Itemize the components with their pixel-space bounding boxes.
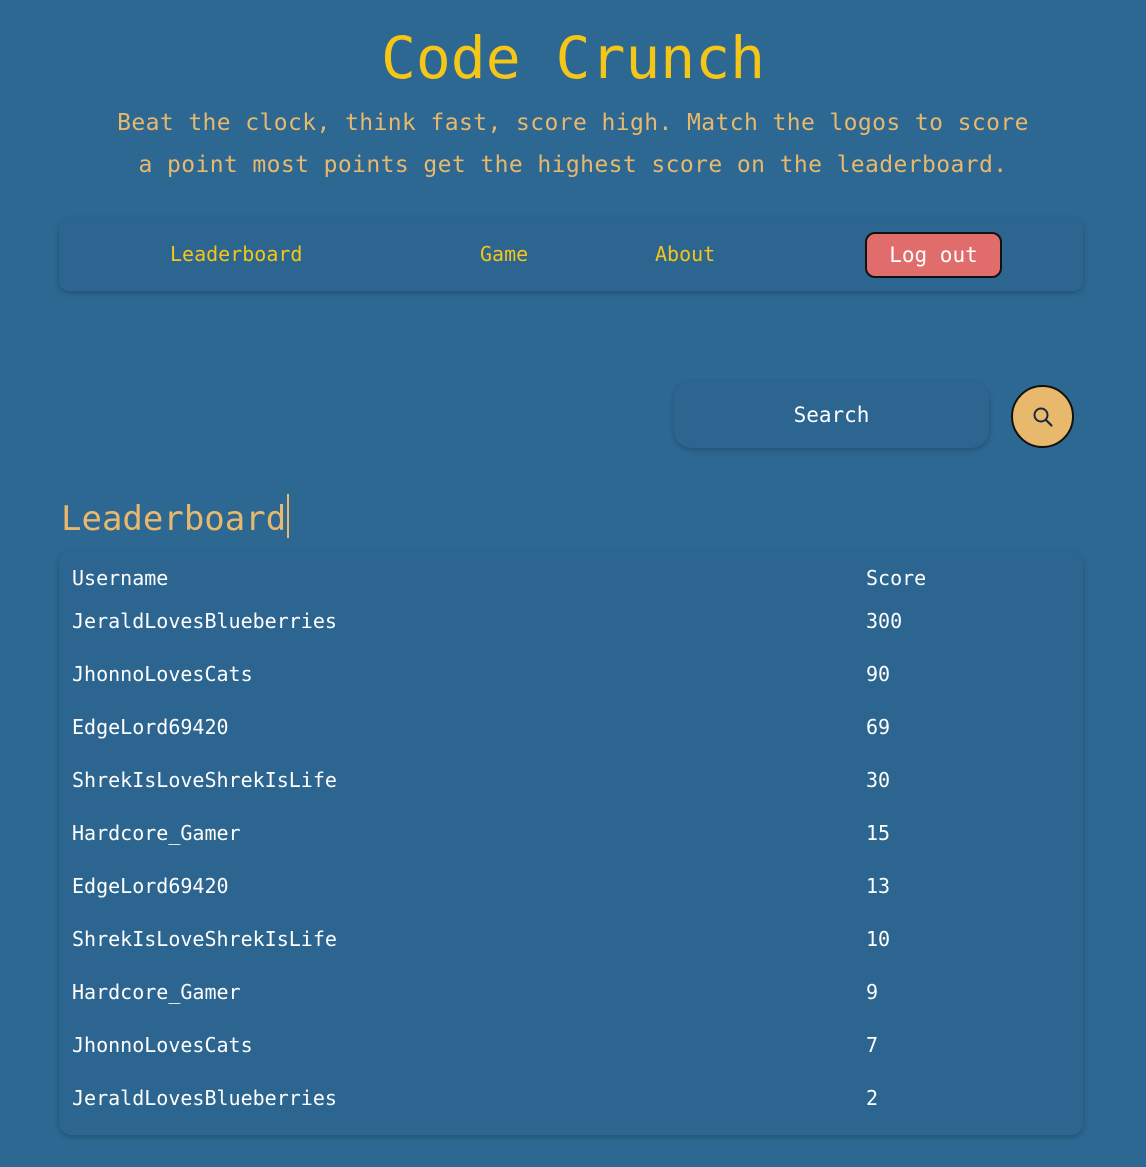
tagline-line-1: Beat the clock, think fast, score high. … (117, 110, 1029, 136)
column-header-username: Username (72, 566, 169, 590)
site-tagline: Beat the clock, think fast, score high. … (60, 102, 1086, 186)
page: Code Crunch Beat the clock, think fast, … (0, 0, 1146, 1167)
username-cell: JhonnoLovesCats (72, 662, 253, 686)
leaderboard-heading: Leaderboard (61, 494, 290, 540)
username-cell: Hardcore_Gamer (72, 980, 241, 1004)
score-cell: 30 (866, 768, 891, 792)
username-cell: ShrekIsLoveShrekIsLife (72, 927, 337, 951)
score-cell: 2 (866, 1086, 879, 1110)
score-cell: 300 (866, 609, 903, 633)
table-row: Hardcore_Gamer 15 (72, 807, 1066, 860)
table-row: JhonnoLovesCats 7 (72, 1019, 1066, 1072)
table-row: EdgeLord69420 13 (72, 860, 1066, 913)
score-cell: 90 (866, 662, 891, 686)
main-nav: Leaderboard Game About Log out (59, 218, 1083, 291)
table-header-row: Username Score (72, 561, 1066, 595)
leaderboard-table: Username Score JeraldLovesBlueberries 30… (72, 561, 1066, 1125)
text-caret (287, 494, 290, 538)
score-cell: 9 (866, 980, 879, 1004)
username-cell: ShrekIsLoveShrekIsLife (72, 768, 337, 792)
username-cell: EdgeLord69420 (72, 874, 229, 898)
username-cell: JhonnoLovesCats (72, 1033, 253, 1057)
search-button[interactable] (1011, 385, 1074, 448)
nav-link-leaderboard[interactable]: Leaderboard (170, 241, 302, 267)
search-input[interactable] (674, 381, 989, 448)
table-row: Hardcore_Gamer 9 (72, 966, 1066, 1019)
table-row: EdgeLord69420 69 (72, 701, 1066, 754)
table-row: ShrekIsLoveShrekIsLife 30 (72, 754, 1066, 807)
username-cell: Hardcore_Gamer (72, 821, 241, 845)
table-row: ShrekIsLoveShrekIsLife 10 (72, 913, 1066, 966)
search-icon (1033, 407, 1053, 427)
score-cell: 15 (866, 821, 891, 845)
column-header-score: Score (866, 566, 927, 590)
table-row: JhonnoLovesCats 90 (72, 648, 1066, 701)
table-row: JeraldLovesBlueberries 2 (72, 1072, 1066, 1125)
nav-link-about[interactable]: About (655, 241, 715, 267)
site-title: Code Crunch (380, 24, 766, 92)
leaderboard-heading-text: Leaderboard (61, 499, 287, 539)
leaderboard-card: Username Score JeraldLovesBlueberries 30… (59, 551, 1083, 1135)
username-cell: JeraldLovesBlueberries (72, 609, 337, 633)
nav-link-game[interactable]: Game (480, 241, 528, 267)
score-cell: 69 (866, 715, 891, 739)
username-cell: EdgeLord69420 (72, 715, 229, 739)
username-cell: JeraldLovesBlueberries (72, 1086, 337, 1110)
tagline-line-2: a point most points get the highest scor… (138, 152, 1008, 178)
table-row: JeraldLovesBlueberries 300 (72, 595, 1066, 648)
score-cell: 7 (866, 1033, 879, 1057)
logout-button[interactable]: Log out (865, 232, 1002, 278)
score-cell: 13 (866, 874, 891, 898)
score-cell: 10 (866, 927, 891, 951)
